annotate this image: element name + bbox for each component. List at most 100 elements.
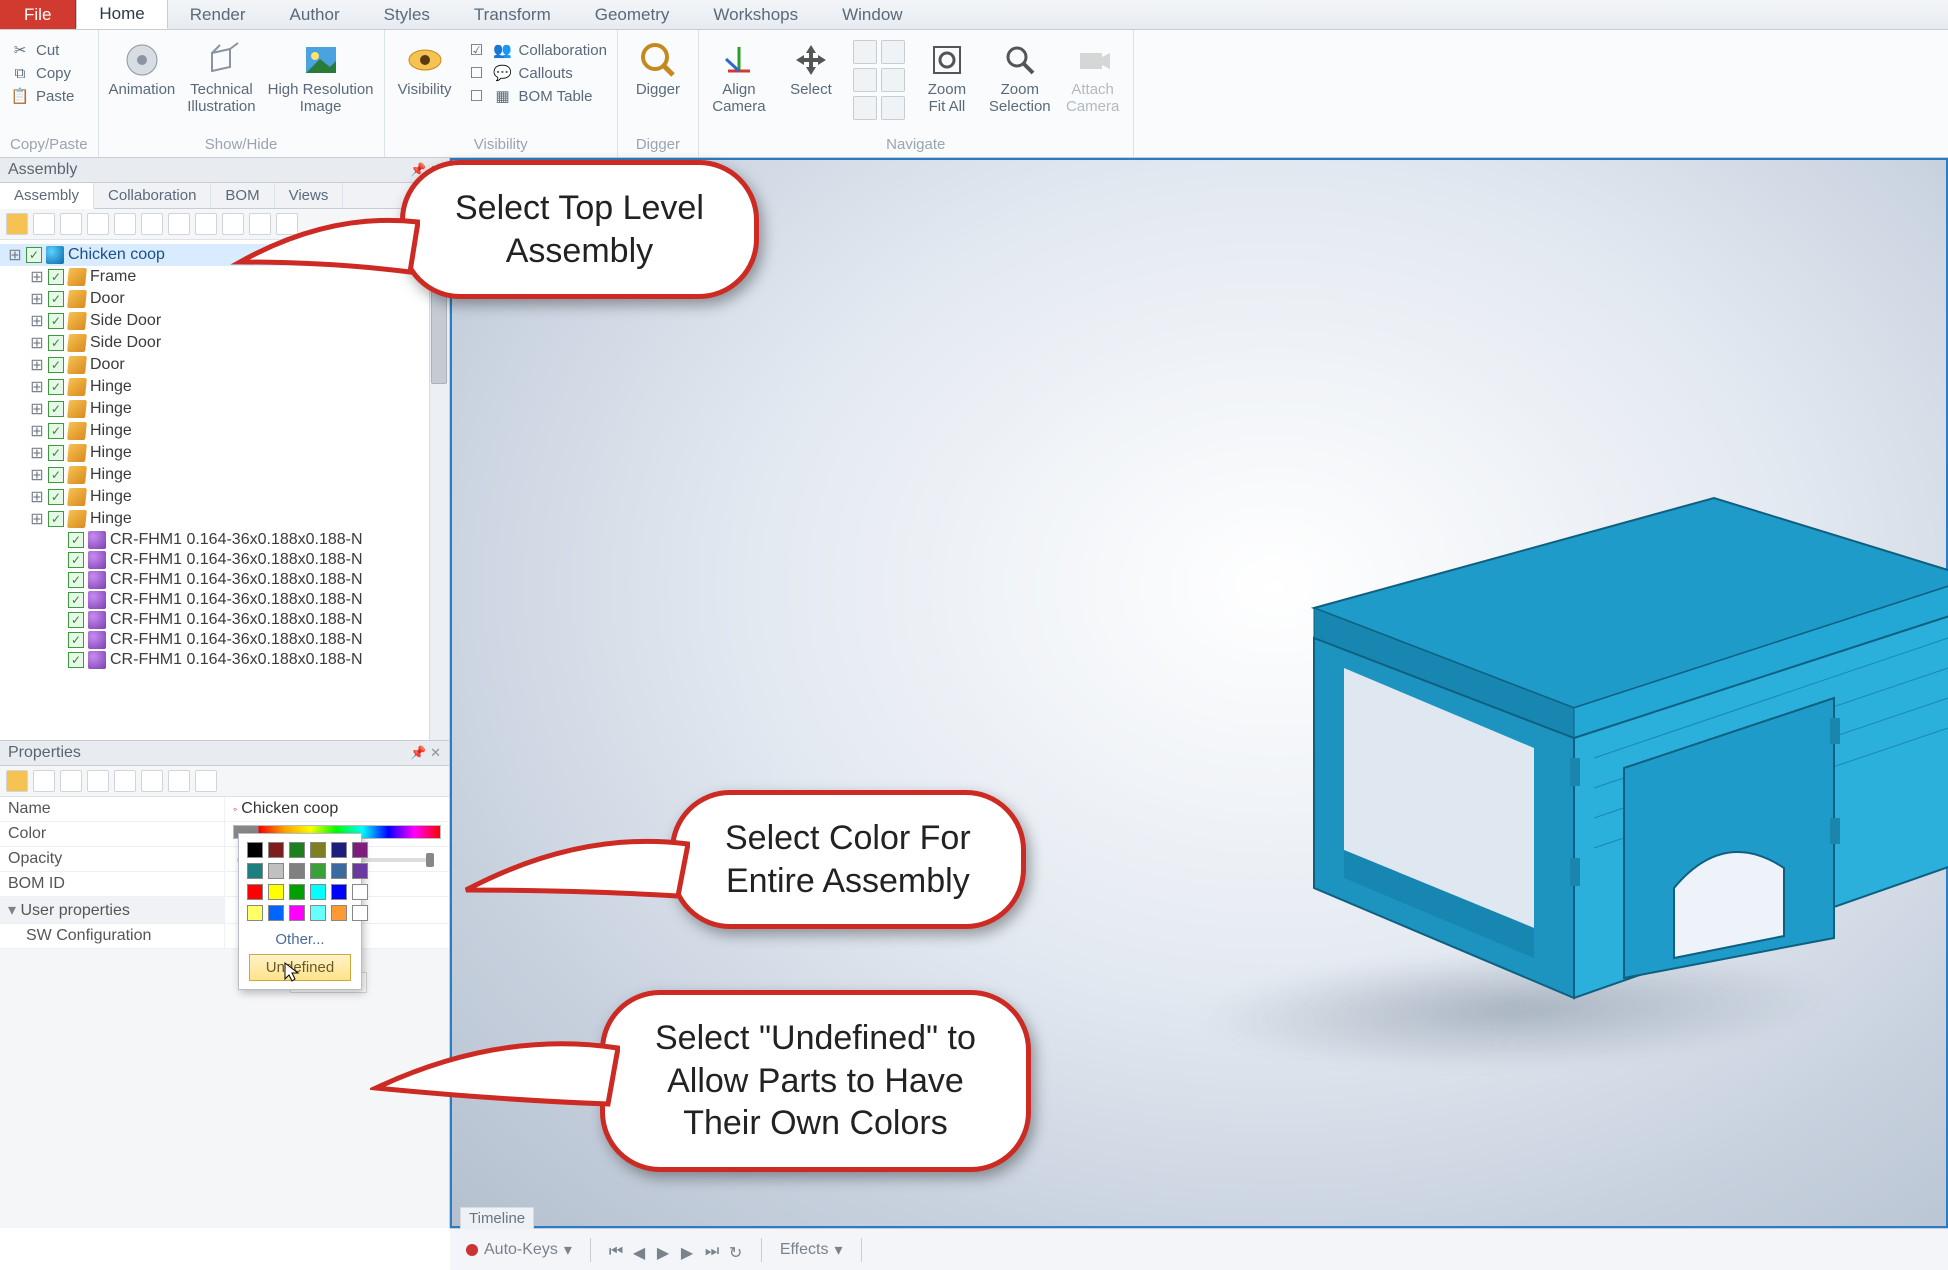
- effects-dropdown[interactable]: Effects▾: [780, 1240, 843, 1260]
- animation-button[interactable]: Animation: [109, 34, 176, 99]
- color-swatch[interactable]: [331, 905, 347, 921]
- tab-render[interactable]: Render: [168, 1, 268, 29]
- play-icon[interactable]: ▶: [657, 1243, 671, 1257]
- visibility-checkbox[interactable]: ✓: [48, 401, 64, 417]
- visibility-checkbox[interactable]: ✓: [48, 313, 64, 329]
- prev-icon[interactable]: ◀: [633, 1243, 647, 1257]
- prop-name-value[interactable]: ◦Chicken coop: [225, 797, 449, 821]
- color-swatch[interactable]: [352, 842, 368, 858]
- visibility-checkbox[interactable]: ✓: [26, 247, 42, 263]
- tab-styles[interactable]: Styles: [362, 1, 452, 29]
- high-res-image-button[interactable]: High Resolution Image: [268, 34, 374, 115]
- expand-icon[interactable]: ⊞: [30, 487, 44, 507]
- select-button[interactable]: Select: [781, 34, 841, 99]
- visibility-checkbox[interactable]: ✓: [68, 652, 84, 668]
- color-swatch[interactable]: [289, 905, 305, 921]
- copy-button[interactable]: ⧉Copy: [10, 63, 74, 83]
- expand-icon[interactable]: ⊞: [30, 289, 44, 309]
- color-swatch[interactable]: [352, 884, 368, 900]
- tree-node[interactable]: ✓CR-FHM1 0.164-36x0.188x0.188-N: [0, 550, 449, 570]
- visibility-checkbox[interactable]: ✓: [48, 291, 64, 307]
- visibility-button[interactable]: Visibility: [395, 34, 455, 99]
- color-swatch[interactable]: [289, 884, 305, 900]
- color-swatch[interactable]: [268, 905, 284, 921]
- expand-icon[interactable]: ⊞: [30, 399, 44, 419]
- expand-icon[interactable]: ⊞: [30, 267, 44, 287]
- file-tab[interactable]: File: [0, 0, 76, 29]
- tree-node[interactable]: ⊞✓Hinge: [0, 420, 449, 442]
- color-swatch[interactable]: [310, 905, 326, 921]
- visibility-checkbox[interactable]: ✓: [48, 511, 64, 527]
- expand-icon[interactable]: ⊞: [8, 245, 22, 265]
- tree-node[interactable]: ⊞✓Side Door: [0, 310, 449, 332]
- color-swatch[interactable]: [289, 842, 305, 858]
- visibility-checkbox[interactable]: ✓: [48, 445, 64, 461]
- assembly-tree[interactable]: ⊞✓Chicken coop ⊞✓Frame⊞✓Door⊞✓Side Door⊞…: [0, 240, 449, 740]
- pin-icon[interactable]: 📌 ✕: [410, 745, 441, 761]
- cut-button[interactable]: ✂Cut: [10, 40, 74, 60]
- color-swatch[interactable]: [247, 905, 263, 921]
- color-swatch[interactable]: [310, 884, 326, 900]
- visibility-checkbox[interactable]: ✓: [48, 489, 64, 505]
- expand-icon[interactable]: ⊞: [30, 421, 44, 441]
- tab-window[interactable]: Window: [820, 1, 924, 29]
- visibility-checkbox[interactable]: ✓: [68, 532, 84, 548]
- tab-transform[interactable]: Transform: [452, 1, 573, 29]
- color-swatch[interactable]: [310, 842, 326, 858]
- visibility-checkbox[interactable]: ✓: [48, 423, 64, 439]
- tree-node[interactable]: ⊞✓Hinge: [0, 376, 449, 398]
- attach-camera-button[interactable]: Attach Camera: [1063, 34, 1123, 115]
- next-icon[interactable]: ▶: [681, 1243, 695, 1257]
- color-swatch[interactable]: [247, 884, 263, 900]
- subtab-views[interactable]: Views: [275, 183, 344, 208]
- autokeys-toggle[interactable]: Auto-Keys▾: [466, 1240, 572, 1260]
- scrollbar-track[interactable]: [429, 240, 449, 740]
- expand-icon[interactable]: ⊞: [30, 465, 44, 485]
- tab-author[interactable]: Author: [268, 1, 362, 29]
- color-swatch[interactable]: [331, 842, 347, 858]
- tab-home[interactable]: Home: [76, 0, 167, 29]
- color-swatch[interactable]: [247, 863, 263, 879]
- digger-button[interactable]: Digger: [628, 34, 688, 99]
- expand-icon[interactable]: ⊞: [30, 377, 44, 397]
- visibility-checkbox[interactable]: ✓: [68, 552, 84, 568]
- color-swatch[interactable]: [289, 863, 305, 879]
- align-camera-button[interactable]: Align Camera: [709, 34, 769, 115]
- prop-userprops-group[interactable]: User properties: [0, 897, 225, 923]
- expand-icon[interactable]: ⊞: [30, 443, 44, 463]
- expand-icon[interactable]: ⊞: [30, 355, 44, 375]
- visibility-checkbox[interactable]: ✓: [48, 357, 64, 373]
- paste-button[interactable]: 📋Paste: [10, 86, 74, 106]
- loop-icon[interactable]: ↻: [729, 1243, 743, 1257]
- visibility-checkbox[interactable]: ✓: [68, 592, 84, 608]
- collaboration-toggle[interactable]: ☑👥Collaboration: [467, 40, 607, 60]
- slider-thumb[interactable]: [426, 853, 434, 867]
- subtab-assembly[interactable]: Assembly: [0, 183, 94, 209]
- tree-node[interactable]: ✓CR-FHM1 0.164-36x0.188x0.188-N: [0, 590, 449, 610]
- color-swatch[interactable]: [247, 842, 263, 858]
- tree-node[interactable]: ⊞✓Hinge: [0, 398, 449, 420]
- tree-node[interactable]: ⊞✓Hinge: [0, 508, 449, 530]
- tree-node[interactable]: ✓CR-FHM1 0.164-36x0.188x0.188-N: [0, 570, 449, 590]
- playback-controls[interactable]: ⏮ ◀ ▶ ▶ ⏭ ↻: [609, 1243, 743, 1257]
- properties-toolbar[interactable]: [0, 766, 449, 797]
- tab-geometry[interactable]: Geometry: [573, 1, 692, 29]
- tab-workshops[interactable]: Workshops: [691, 1, 820, 29]
- skip-end-icon[interactable]: ⏭: [705, 1243, 719, 1257]
- tree-node[interactable]: ⊞✓Door: [0, 354, 449, 376]
- expand-icon[interactable]: ⊞: [30, 509, 44, 529]
- zoom-fit-button[interactable]: Zoom Fit All: [917, 34, 977, 115]
- tree-node[interactable]: ✓CR-FHM1 0.164-36x0.188x0.188-N: [0, 610, 449, 630]
- visibility-checkbox[interactable]: ✓: [68, 612, 84, 628]
- tree-node[interactable]: ⊞✓Hinge: [0, 464, 449, 486]
- tree-node[interactable]: ✓CR-FHM1 0.164-36x0.188x0.188-N: [0, 530, 449, 550]
- tree-node[interactable]: ⊞✓Side Door: [0, 332, 449, 354]
- visibility-checkbox[interactable]: ✓: [68, 572, 84, 588]
- expand-icon[interactable]: ⊞: [30, 333, 44, 353]
- color-other-button[interactable]: Other...: [245, 923, 355, 952]
- 3d-model[interactable]: [1274, 458, 1948, 1018]
- color-swatch[interactable]: [268, 884, 284, 900]
- visibility-checkbox[interactable]: ✓: [48, 467, 64, 483]
- visibility-checkbox[interactable]: ✓: [48, 269, 64, 285]
- subtab-bom[interactable]: BOM: [211, 183, 274, 208]
